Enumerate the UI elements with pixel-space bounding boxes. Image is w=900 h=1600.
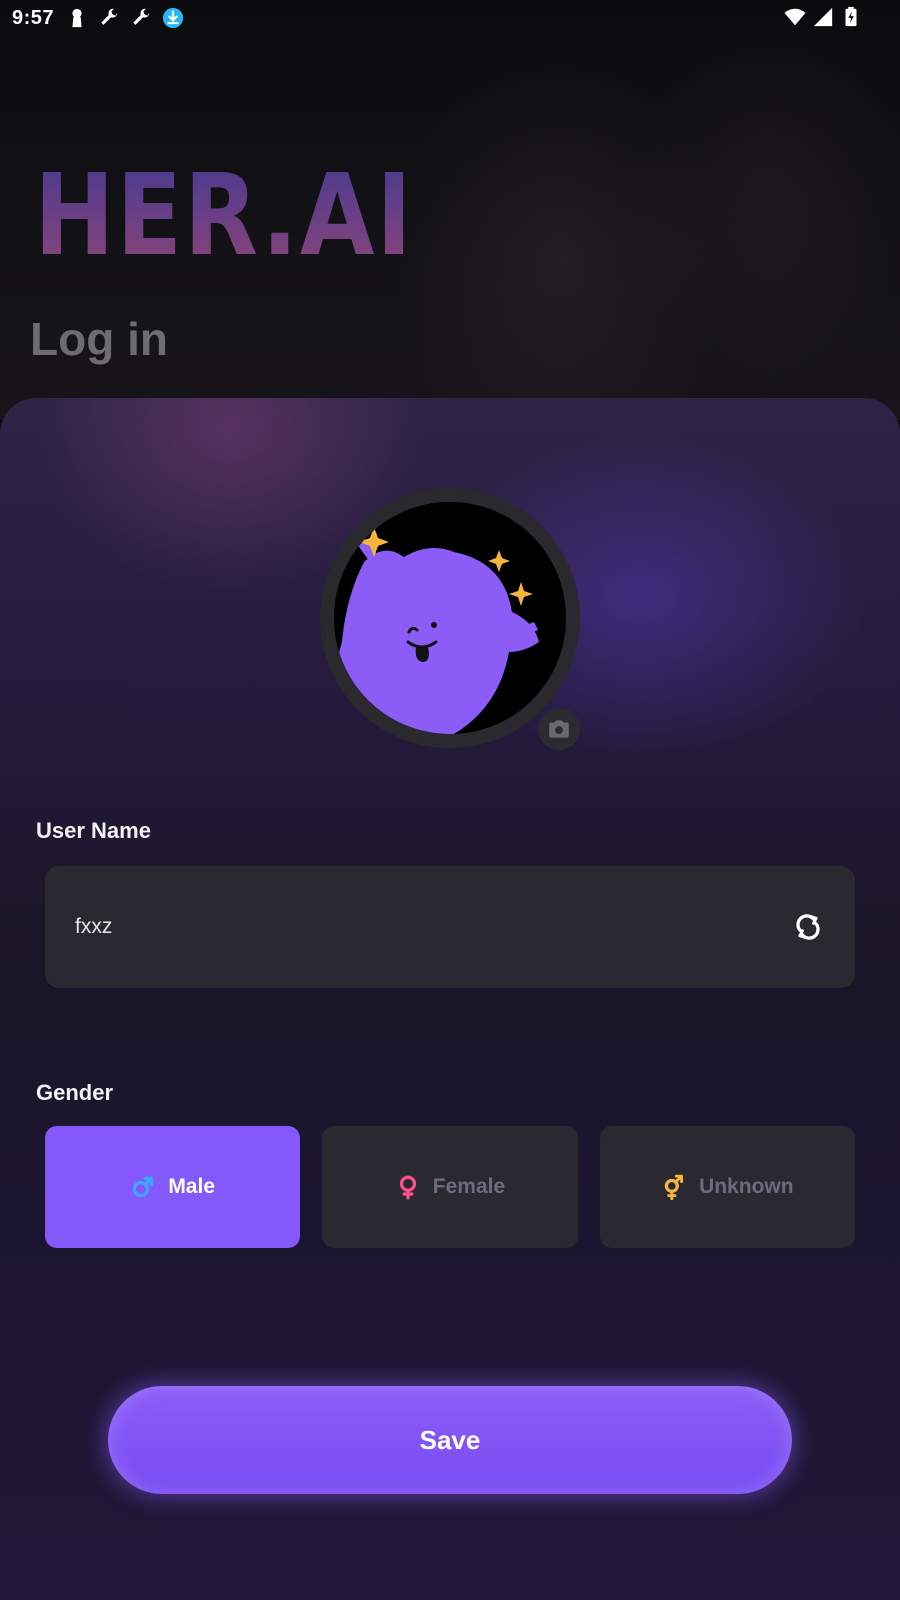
gender-options: Male Female Unknown bbox=[45, 1126, 855, 1248]
avatar-container[interactable] bbox=[320, 488, 580, 748]
gender-option-label: Female bbox=[432, 1175, 506, 1198]
app-logo: HER.AI bbox=[34, 151, 414, 281]
wrench-icon bbox=[101, 8, 118, 25]
random-name-button[interactable] bbox=[791, 910, 825, 944]
download-icon bbox=[162, 7, 184, 29]
gender-option-label: Male bbox=[168, 1175, 215, 1198]
save-button-label: Save bbox=[419, 1424, 481, 1455]
gender-option-female[interactable]: Female bbox=[322, 1126, 578, 1248]
username-input[interactable]: fxxz bbox=[75, 915, 791, 939]
status-right-icons bbox=[784, 6, 862, 28]
login-card: User Name fxxz Gender Male Female Unknow… bbox=[0, 398, 900, 1600]
avatar[interactable] bbox=[334, 502, 566, 734]
wifi-icon bbox=[784, 8, 806, 26]
female-symbol-icon bbox=[399, 1175, 416, 1200]
keyhole-icon bbox=[72, 8, 82, 28]
status-bar: 9:57 bbox=[0, 0, 900, 36]
wrench-icon bbox=[133, 8, 150, 25]
transgender-symbol-icon bbox=[664, 1174, 684, 1200]
status-time: 9:57 bbox=[12, 6, 55, 29]
gender-option-unknown[interactable]: Unknown bbox=[599, 1126, 855, 1248]
gender-option-male[interactable]: Male bbox=[45, 1126, 301, 1248]
signal-icon bbox=[813, 7, 833, 27]
status-left-icons bbox=[66, 7, 184, 29]
purple-blob-avatar bbox=[334, 502, 566, 734]
refresh-icon bbox=[796, 914, 820, 940]
gender-option-label: Unknown bbox=[699, 1175, 794, 1198]
camera-icon bbox=[549, 720, 569, 738]
change-avatar-button[interactable] bbox=[538, 708, 580, 750]
male-symbol-icon bbox=[133, 1176, 154, 1198]
save-button[interactable]: Save bbox=[108, 1386, 792, 1494]
gender-label: Gender bbox=[36, 1080, 114, 1105]
page-title: Log in bbox=[30, 313, 168, 365]
battery-charging-icon bbox=[845, 6, 857, 27]
username-label: User Name bbox=[36, 818, 151, 843]
username-field[interactable]: fxxz bbox=[45, 866, 855, 988]
